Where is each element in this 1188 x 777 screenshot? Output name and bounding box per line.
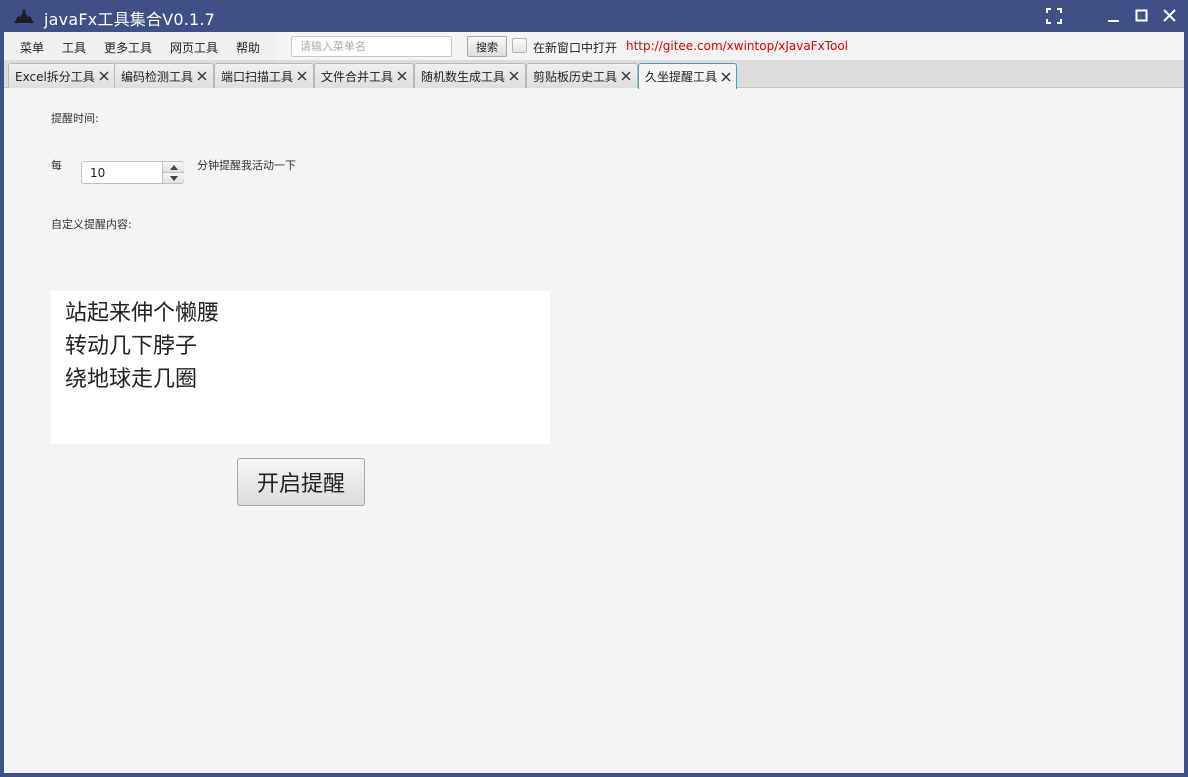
tab-label: 随机数生成工具: [421, 69, 506, 84]
tab-close-icon[interactable]: [197, 71, 207, 81]
open-new-window-checkbox[interactable]: [512, 38, 527, 53]
menu-bar: 菜单 工具 更多工具 网页工具 帮助 搜索 在新窗口中打开 http://git…: [4, 32, 1184, 60]
app-logo-icon: [12, 7, 36, 25]
reminder-time-label: 提醒时间:: [51, 112, 99, 125]
repo-link[interactable]: http://gitee.com/xwintop/xJavaFxTool: [626, 39, 848, 53]
custom-content-label: 自定义提醒内容:: [51, 218, 132, 231]
tab-label: 文件合并工具: [321, 69, 394, 84]
tab-clipboard-history[interactable]: 剪贴板历史工具: [526, 63, 638, 88]
tab-close-icon[interactable]: [721, 72, 731, 82]
tab-close-icon[interactable]: [397, 71, 407, 81]
start-reminder-button[interactable]: 开启提醒: [237, 458, 365, 506]
fullscreen-icon[interactable]: [1044, 6, 1064, 26]
tab-label: 久坐提醒工具: [645, 70, 718, 84]
title-bar[interactable]: javaFx工具集合V0.1.7: [0, 0, 1188, 32]
content-line: 绕地球走几圈: [65, 367, 198, 392]
tab-close-icon[interactable]: [509, 71, 519, 81]
content-line: 站起来伸个懒腰: [65, 301, 220, 326]
spinner-up-icon[interactable]: [162, 162, 184, 173]
reminder-content-textarea[interactable]: 站起来伸个懒腰 转动几下脖子 绕地球走几圈: [51, 291, 550, 444]
tab-close-icon[interactable]: [621, 71, 631, 81]
open-new-window-label: 在新窗口中打开: [533, 41, 618, 55]
spinner-down-icon[interactable]: [162, 173, 184, 183]
interval-input[interactable]: [82, 162, 162, 183]
content-line: 转动几下脖子: [65, 334, 198, 359]
tab-content: 提醒时间: 每 分钟提醒我活动一下 自定义提醒内容: 站起来伸个懒腰 转动几下脖…: [4, 88, 1184, 773]
maximize-icon[interactable]: [1132, 6, 1152, 26]
menu-item-more-tools[interactable]: 更多工具: [104, 39, 152, 56]
interval-spinner[interactable]: [81, 161, 184, 184]
menu-item-menu[interactable]: 菜单: [20, 39, 44, 56]
tab-file-merge[interactable]: 文件合并工具: [314, 63, 414, 88]
interval-suffix-label: 分钟提醒我活动一下: [197, 159, 296, 172]
tab-port-scan[interactable]: 端口扫描工具: [214, 63, 314, 88]
tab-label: Excel拆分工具: [15, 69, 95, 84]
tab-label: 端口扫描工具: [221, 69, 294, 84]
tab-sedentary-reminder[interactable]: 久坐提醒工具: [638, 63, 737, 89]
window-title: javaFx工具集合V0.1.7: [44, 10, 216, 29]
menu-item-help[interactable]: 帮助: [236, 39, 260, 56]
search-button[interactable]: 搜索: [467, 36, 507, 57]
tab-label: 剪贴板历史工具: [533, 69, 618, 84]
close-icon[interactable]: [1160, 6, 1180, 26]
tab-close-icon[interactable]: [99, 71, 109, 81]
tab-label: 编码检测工具: [121, 69, 194, 84]
menu-item-web-tools[interactable]: 网页工具: [170, 39, 218, 56]
menu-item-tools[interactable]: 工具: [62, 39, 86, 56]
menu-items: 菜单 工具 更多工具 网页工具 帮助: [4, 32, 276, 60]
tab-bar: Excel拆分工具 编码检测工具 端口扫描工具 文件合并工具 随机数生成工具 剪…: [4, 60, 1184, 89]
tab-encoding-detect[interactable]: 编码检测工具: [114, 63, 214, 88]
app-window: javaFx工具集合V0.1.7 菜单 工具 更多工具 网页工具 帮助 请输入菜…: [0, 0, 1188, 777]
every-label: 每: [51, 159, 62, 172]
client-area: 菜单 工具 更多工具 网页工具 帮助 搜索 在新窗口中打开 http://git…: [4, 32, 1184, 773]
tab-close-icon[interactable]: [297, 71, 307, 81]
tab-random-number[interactable]: 随机数生成工具: [414, 63, 526, 88]
menu-search-input[interactable]: [291, 36, 452, 57]
tab-excel-split[interactable]: Excel拆分工具: [8, 63, 116, 88]
minimize-icon[interactable]: [1104, 6, 1124, 26]
